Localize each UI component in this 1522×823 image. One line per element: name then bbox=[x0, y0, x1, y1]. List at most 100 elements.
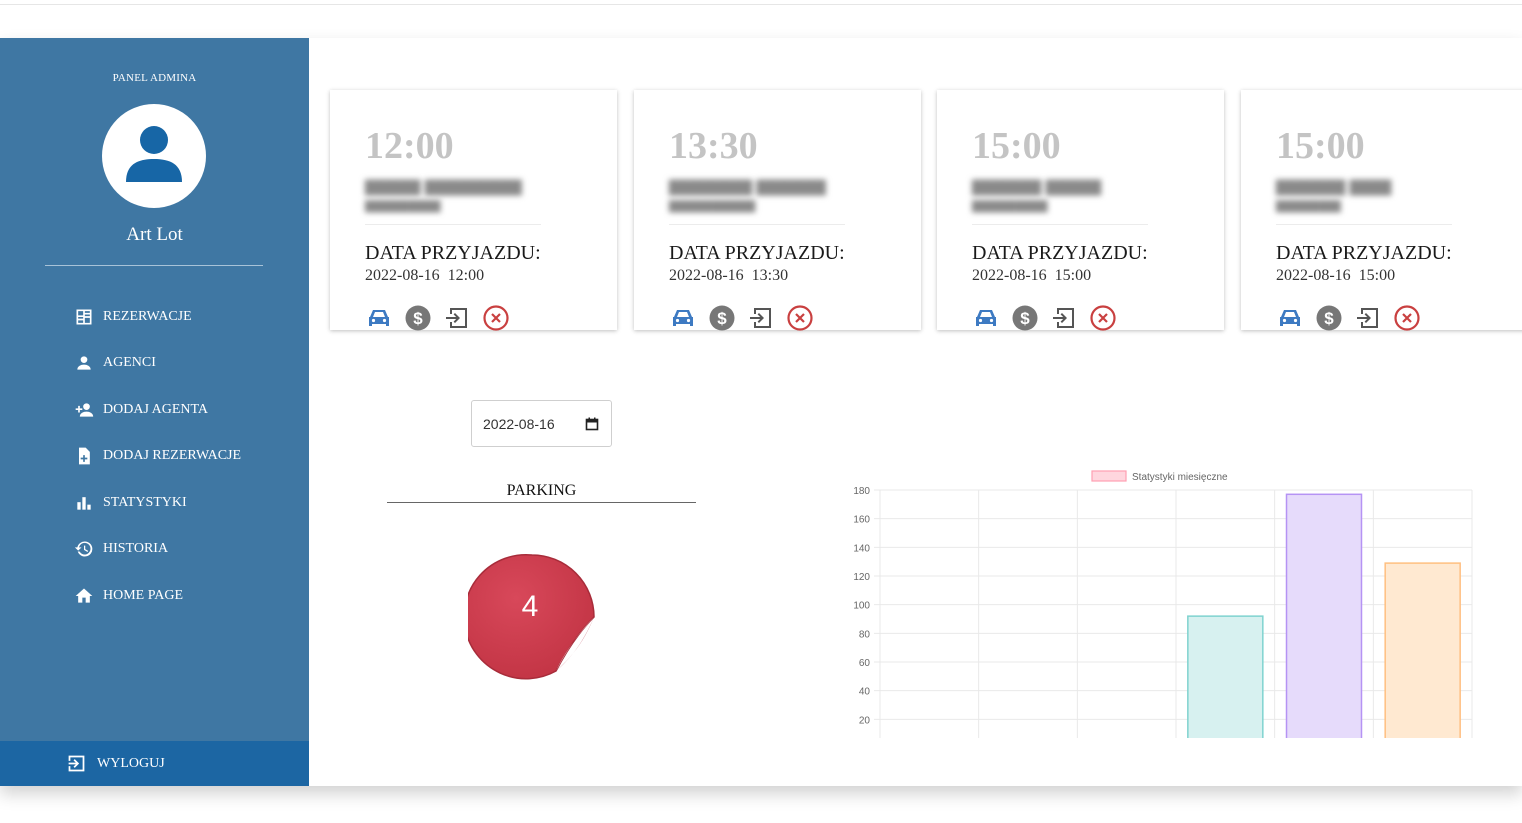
bar bbox=[1187, 615, 1264, 738]
bar bbox=[1285, 493, 1363, 738]
car-icon[interactable] bbox=[365, 304, 393, 332]
monthly-stats-chart: 020406080100120140160180MarzecKwiecieńMa… bbox=[853, 470, 1473, 738]
redacted-phone: ▆▆▆▆▆▆▆ bbox=[972, 198, 1048, 213]
arrival-label: DATA PRZYJAZDU: bbox=[972, 242, 1148, 264]
check-in-icon[interactable] bbox=[443, 304, 471, 332]
card-time: 15:00 bbox=[972, 125, 1061, 167]
sidebar-item-label: DODAJ REZERWACJE bbox=[103, 448, 242, 463]
sidebar-item-agenci[interactable]: AGENCI bbox=[74, 348, 156, 378]
y-tick-label: 180 bbox=[853, 486, 870, 497]
arrival-label: DATA PRZYJAZDU: bbox=[669, 242, 845, 264]
parking-title: PARKING bbox=[506, 482, 577, 499]
arrival-datetime: 2022-08-16 15:00 bbox=[972, 267, 1092, 284]
reservation-card: 15:00 ▆▆▆▆▆ ▆▆▆ ▆▆▆▆▆▆ DATA PRZYJAZDU: 2… bbox=[1241, 90, 1522, 332]
svg-text:$: $ bbox=[1020, 309, 1030, 328]
user-name: Art Lot bbox=[126, 224, 183, 245]
legend-label: Statystyki miesięczne bbox=[1132, 472, 1228, 483]
dollar-icon[interactable]: $ bbox=[1315, 304, 1343, 332]
add-person-icon bbox=[75, 403, 94, 417]
sidebar: PANEL ADMINA Art Lot REZERWACJE AGENCI D… bbox=[0, 38, 309, 786]
sidebar-item-dodaj-rezerwacje[interactable]: DODAJ REZERWACJE bbox=[74, 441, 241, 471]
redacted-name: ▆▆▆▆ ▆▆▆▆▆▆▆ bbox=[365, 175, 522, 195]
car-icon[interactable] bbox=[669, 304, 697, 332]
card-actions: $ bbox=[1276, 304, 1432, 332]
arrival-datetime: 2022-08-16 15:00 bbox=[1276, 267, 1396, 284]
dollar-icon[interactable]: $ bbox=[404, 304, 432, 332]
arrival-label: DATA PRZYJAZDU: bbox=[365, 242, 541, 264]
y-tick-label: 120 bbox=[853, 572, 870, 583]
check-in-icon[interactable] bbox=[747, 304, 775, 332]
redacted-name: ▆▆▆▆▆▆ ▆▆▆▆▆ bbox=[669, 175, 826, 195]
check-in-icon[interactable] bbox=[1354, 304, 1382, 332]
sidebar-divider bbox=[45, 265, 263, 266]
logout-button[interactable]: WYLOGUJ bbox=[0, 741, 309, 786]
logout-icon bbox=[68, 755, 85, 772]
arrival-datetime: 2022-08-16 13:30 bbox=[669, 267, 789, 284]
redacted-phone: ▆▆▆▆▆▆ bbox=[1276, 198, 1341, 213]
y-tick-label: 80 bbox=[859, 629, 871, 640]
card-time: 12:00 bbox=[365, 125, 454, 167]
card-divider bbox=[1276, 224, 1452, 225]
card-actions: $ bbox=[972, 304, 1128, 332]
cancel-icon[interactable] bbox=[786, 304, 814, 332]
sidebar-item-label: STATYSTYKI bbox=[103, 495, 187, 510]
car-icon[interactable] bbox=[1276, 304, 1304, 332]
user-avatar-icon bbox=[126, 126, 182, 182]
sidebar-item-label: HISTORIA bbox=[103, 541, 169, 556]
cancel-icon[interactable] bbox=[1089, 304, 1117, 332]
app-window: PANEL ADMINA Art Lot REZERWACJE AGENCI D… bbox=[0, 38, 1522, 786]
sidebar-item-label: AGENCI bbox=[103, 355, 156, 370]
card-time: 13:30 bbox=[669, 125, 758, 167]
car-icon[interactable] bbox=[972, 304, 1000, 332]
card-divider bbox=[972, 224, 1148, 225]
avatar bbox=[102, 104, 206, 208]
cancel-icon[interactable] bbox=[1393, 304, 1421, 332]
sidebar-item-label: HOME PAGE bbox=[103, 588, 183, 603]
top-border bbox=[0, 4, 1522, 5]
reservation-card: 15:00 ▆▆▆▆▆ ▆▆▆▆ ▆▆▆▆▆▆▆ DATA PRZYJAZDU:… bbox=[937, 90, 1224, 332]
calendar-icon[interactable] bbox=[585, 417, 599, 431]
sidebar-item-rezerwacje[interactable]: REZERWACJE bbox=[74, 302, 192, 332]
arrival-datetime: 2022-08-16 12:00 bbox=[365, 267, 485, 284]
logout-label: WYLOGUJ bbox=[97, 755, 165, 771]
check-in-icon[interactable] bbox=[1050, 304, 1078, 332]
arrival-label: DATA PRZYJAZDU: bbox=[1276, 242, 1452, 264]
legend-swatch bbox=[1091, 470, 1127, 482]
date-value: 2022-08-16 bbox=[483, 415, 555, 432]
home-icon bbox=[75, 588, 93, 603]
svg-text:$: $ bbox=[1324, 309, 1334, 328]
panel-title: PANEL ADMINA bbox=[112, 72, 197, 84]
card-time: 15:00 bbox=[1276, 125, 1365, 167]
reservation-card: 12:00 ▆▆▆▆ ▆▆▆▆▆▆▆ ▆▆▆▆▆▆▆ DATA PRZYJAZD… bbox=[330, 90, 617, 332]
y-tick-label: 160 bbox=[853, 515, 870, 526]
redacted-name: ▆▆▆▆▆ ▆▆▆▆ bbox=[972, 175, 1102, 195]
date-input[interactable]: 2022-08-16 bbox=[471, 400, 612, 447]
sidebar-item-historia[interactable]: HISTORIA bbox=[74, 534, 168, 564]
card-actions: $ bbox=[365, 304, 521, 332]
sidebar-item-statystyki[interactable]: STATYSTYKI bbox=[74, 488, 187, 518]
y-tick-label: 140 bbox=[853, 543, 870, 554]
y-tick-label: 40 bbox=[859, 687, 871, 698]
svg-text:$: $ bbox=[717, 309, 727, 328]
card-divider bbox=[669, 224, 845, 225]
sidebar-item-dodaj-agenta[interactable]: DODAJ AGENTA bbox=[74, 395, 208, 425]
card-divider bbox=[365, 224, 541, 225]
y-tick-label: 100 bbox=[853, 601, 870, 612]
card-actions: $ bbox=[669, 304, 825, 332]
parking-count: 4 bbox=[521, 590, 539, 623]
reservation-card: 13:30 ▆▆▆▆▆▆ ▆▆▆▆▆ ▆▆▆▆▆▆▆▆ DATA PRZYJAZ… bbox=[634, 90, 921, 332]
bar bbox=[1384, 562, 1461, 738]
redacted-phone: ▆▆▆▆▆▆▆ bbox=[365, 198, 441, 213]
sidebar-item-home-page[interactable]: HOME PAGE bbox=[74, 581, 183, 611]
dollar-icon[interactable]: $ bbox=[1011, 304, 1039, 332]
svg-text:$: $ bbox=[413, 309, 423, 328]
parking-divider bbox=[387, 502, 696, 503]
add-document-icon bbox=[79, 447, 90, 465]
sidebar-item-label: DODAJ AGENTA bbox=[103, 402, 209, 417]
cancel-icon[interactable] bbox=[482, 304, 510, 332]
redacted-phone: ▆▆▆▆▆▆▆▆ bbox=[669, 198, 756, 213]
redacted-name: ▆▆▆▆▆ ▆▆▆ bbox=[1276, 175, 1392, 195]
reservations-icon bbox=[76, 309, 92, 325]
person-icon bbox=[77, 356, 91, 370]
dollar-icon[interactable]: $ bbox=[708, 304, 736, 332]
